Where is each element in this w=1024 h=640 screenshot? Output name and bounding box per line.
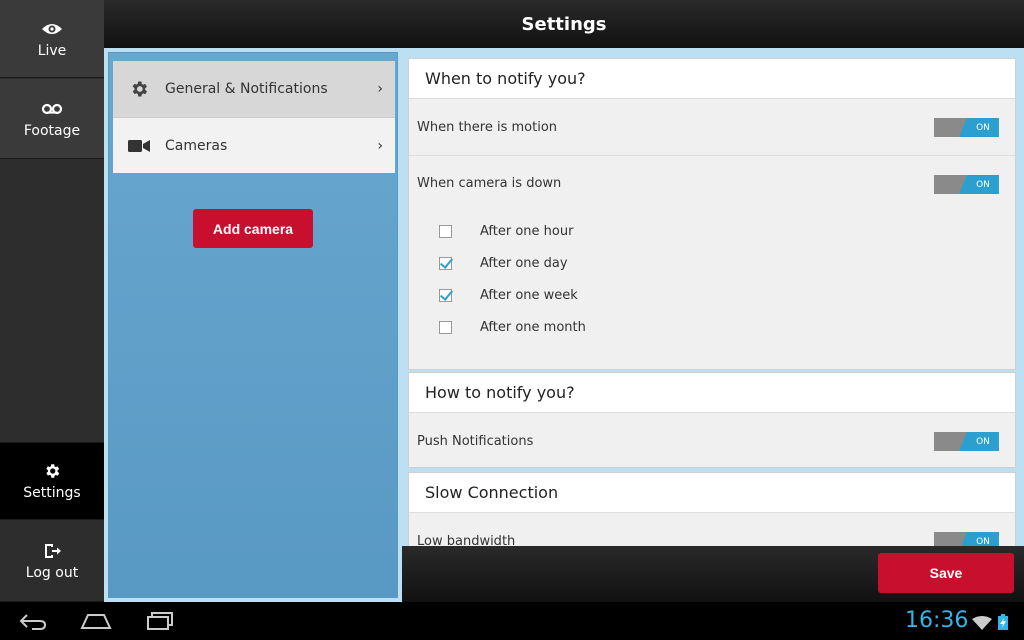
- category-general-notifications[interactable]: General & Notifications ›: [113, 61, 395, 117]
- cassette-icon: [41, 99, 63, 119]
- setting-row-push: Push Notifications ON: [409, 413, 1015, 469]
- clock: 16:36: [905, 608, 969, 633]
- nav-footage-label: Footage: [23, 122, 81, 139]
- nav-settings[interactable]: Settings: [0, 442, 104, 520]
- logout-icon: [43, 541, 61, 561]
- setting-label: Push Notifications: [417, 433, 534, 449]
- add-camera-button[interactable]: Add camera: [193, 209, 313, 248]
- option-after-one-hour[interactable]: After one hour: [409, 215, 1015, 247]
- settings-categories-panel: General & Notifications › Cameras › Add …: [104, 48, 402, 602]
- status-icons: [972, 614, 1008, 634]
- nav-footage[interactable]: Footage: [0, 79, 104, 159]
- option-label: After one day: [480, 255, 568, 271]
- nav-settings-label: Settings: [23, 485, 81, 501]
- setting-label: When there is motion: [417, 119, 558, 135]
- motion-toggle[interactable]: ON: [934, 118, 1007, 137]
- nav-live[interactable]: Live: [0, 0, 104, 78]
- side-navigation: Live Footage Settings Log out: [0, 0, 104, 602]
- back-icon[interactable]: [18, 610, 48, 632]
- low-bandwidth-toggle[interactable]: ON: [934, 532, 1007, 546]
- eye-icon: [41, 19, 63, 39]
- checkbox[interactable]: [439, 320, 452, 334]
- action-bar: Save: [402, 546, 1024, 602]
- checkbox[interactable]: [439, 288, 452, 302]
- nav-live-label: Live: [37, 42, 67, 59]
- category-cameras[interactable]: Cameras ›: [113, 117, 395, 173]
- setting-label: Low bandwidth: [417, 533, 516, 547]
- section-title: When to notify you?: [409, 59, 1015, 99]
- option-after-one-month[interactable]: After one month: [409, 311, 1015, 343]
- gear-icon: [43, 461, 61, 481]
- system-navigation-bar: 16:36: [0, 602, 1024, 640]
- option-after-one-week[interactable]: After one week: [409, 279, 1015, 311]
- section-slow-connection: Slow Connection Low bandwidth ON: [408, 472, 1016, 546]
- setting-row-motion: When there is motion ON: [409, 99, 1015, 155]
- option-after-one-day[interactable]: After one day: [409, 247, 1015, 279]
- setting-label: When camera is down: [417, 176, 562, 191]
- setting-row-bandwidth: Low bandwidth ON: [409, 513, 1015, 546]
- nav-logout[interactable]: Log out: [0, 521, 104, 602]
- checkbox[interactable]: [439, 256, 452, 270]
- page-title: Settings: [521, 13, 607, 35]
- wifi-icon: [972, 615, 992, 634]
- option-label: After one week: [480, 287, 578, 303]
- camera-down-toggle[interactable]: ON: [934, 175, 1007, 194]
- recent-apps-icon[interactable]: [146, 610, 174, 632]
- chevron-right-icon: ›: [377, 137, 383, 154]
- category-label: General & Notifications: [165, 81, 328, 97]
- push-notifications-toggle[interactable]: ON: [934, 432, 1007, 451]
- gear-icon: [127, 79, 151, 99]
- category-label: Cameras: [165, 137, 228, 154]
- app-header: Settings: [104, 0, 1024, 48]
- camera-down-options: After one hour After one day After one w…: [409, 211, 1015, 353]
- section-title: Slow Connection: [409, 473, 1015, 513]
- categories-list: General & Notifications › Cameras › Add …: [108, 52, 398, 598]
- chevron-right-icon: ›: [377, 81, 383, 97]
- home-icon[interactable]: [80, 610, 112, 632]
- option-label: After one hour: [480, 223, 574, 239]
- option-label: After one month: [480, 319, 586, 335]
- section-how-to-notify: How to notify you? Push Notifications ON: [408, 372, 1016, 468]
- setting-row-camera-down: When camera is down ON: [409, 155, 1015, 211]
- battery-icon: [998, 614, 1008, 634]
- section-title: How to notify you?: [409, 373, 1015, 413]
- save-button[interactable]: Save: [878, 553, 1014, 593]
- nav-logout-label: Log out: [25, 565, 79, 581]
- camera-icon: [127, 139, 151, 153]
- section-when-to-notify: When to notify you? When there is motion…: [408, 58, 1016, 370]
- checkbox[interactable]: [439, 224, 452, 238]
- settings-content[interactable]: When to notify you? When there is motion…: [402, 48, 1024, 546]
